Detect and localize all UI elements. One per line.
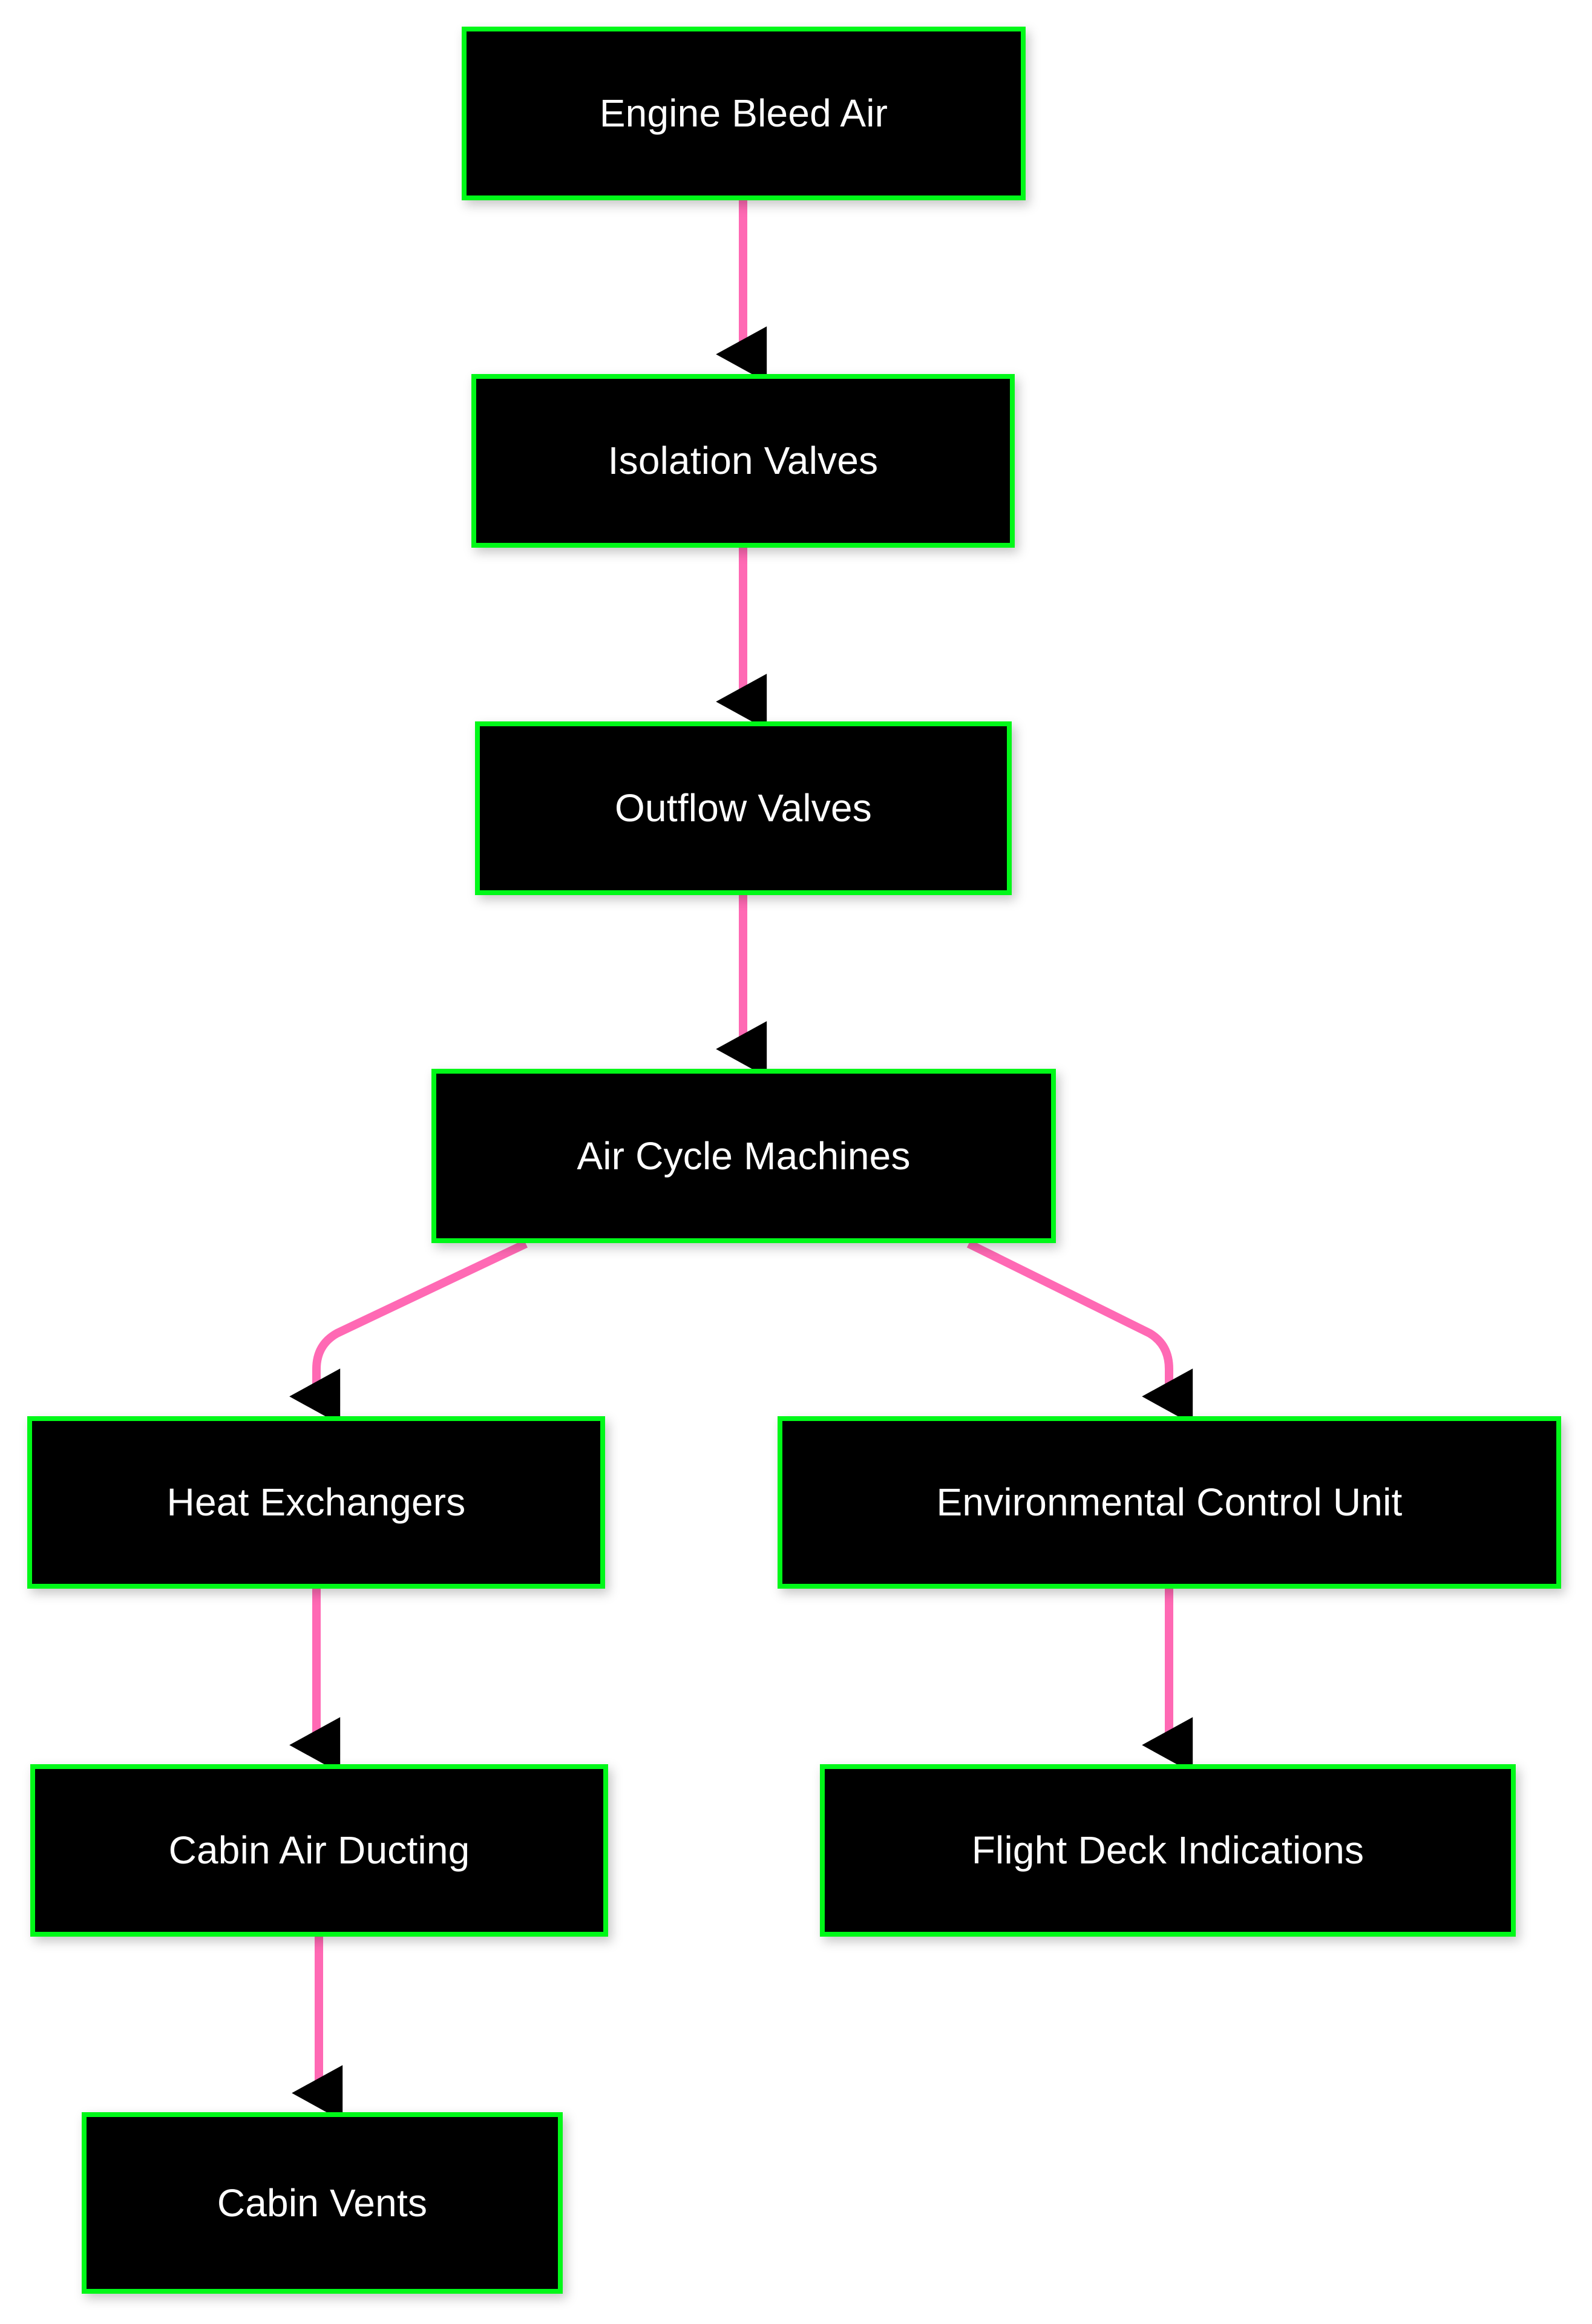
node-label-heat-exchangers: Heat Exchangers (166, 1480, 466, 1525)
node-cabin-vents[interactable]: Cabin Vents (82, 2112, 563, 2294)
node-label-outflow-valves: Outflow Valves (615, 786, 872, 830)
node-label-cabin-air-ducting: Cabin Air Ducting (168, 1828, 470, 1873)
node-outflow-valves[interactable]: Outflow Valves (475, 721, 1012, 895)
node-engine-bleed-air[interactable]: Engine Bleed Air (462, 27, 1026, 200)
node-label-engine-bleed-air: Engine Bleed Air (599, 91, 888, 136)
edge-air-cycle-machines-to-environmental-control-unit (966, 1239, 1193, 1425)
node-environmental-control-unit[interactable]: Environmental Control Unit (778, 1416, 1561, 1589)
node-label-environmental-control-unit: Environmental Control Unit (936, 1480, 1403, 1525)
node-label-air-cycle-machines: Air Cycle Machines (577, 1134, 911, 1178)
node-isolation-valves[interactable]: Isolation Valves (471, 374, 1015, 548)
node-cabin-air-ducting[interactable]: Cabin Air Ducting (30, 1764, 608, 1937)
node-heat-exchangers[interactable]: Heat Exchangers (27, 1416, 605, 1589)
node-label-cabin-vents: Cabin Vents (217, 2181, 428, 2225)
node-label-flight-deck-indications: Flight Deck Indications (971, 1828, 1364, 1873)
flowchart-canvas: Engine Bleed Air Isolation Valves Outflo… (0, 0, 1592, 2324)
edge-air-cycle-machines-to-heat-exchangers (289, 1239, 528, 1425)
node-label-isolation-valves: Isolation Valves (608, 439, 879, 483)
node-air-cycle-machines[interactable]: Air Cycle Machines (431, 1069, 1056, 1243)
node-flight-deck-indications[interactable]: Flight Deck Indications (820, 1764, 1516, 1937)
